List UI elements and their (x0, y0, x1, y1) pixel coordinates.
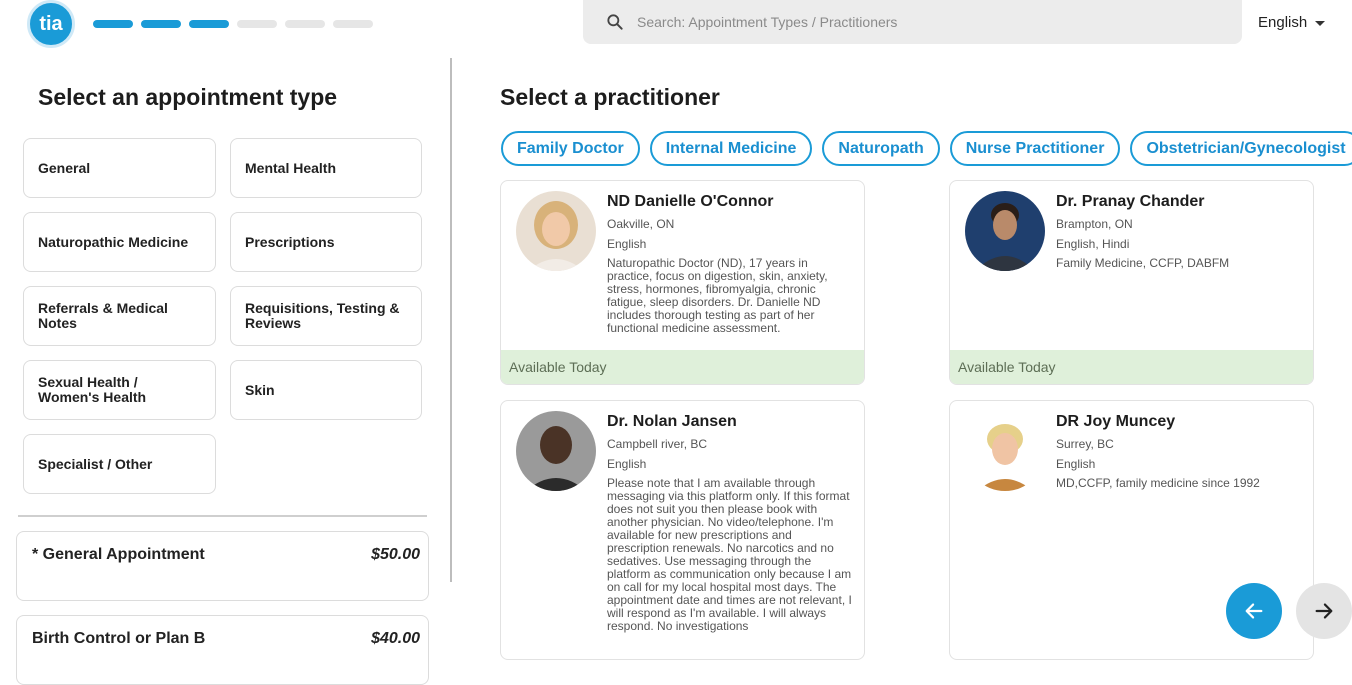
progress-step-2 (141, 20, 181, 28)
practitioner-heading: Select a practitioner (500, 84, 720, 110)
practitioner-card[interactable]: Dr. Nolan Jansen Campbell river, BC Engl… (500, 400, 865, 660)
progress-step-3 (189, 20, 229, 28)
practitioner-photo (516, 191, 596, 271)
practitioner-location: Campbell river, BC (607, 437, 708, 451)
panel-divider (450, 58, 452, 582)
chevron-down-icon (1315, 21, 1326, 26)
practitioner-location: Oakville, ON (607, 217, 675, 231)
progress-indicator (93, 20, 373, 28)
search-input[interactable] (637, 14, 1197, 30)
search-icon (607, 14, 623, 30)
practitioner-filters: Family Doctor Internal Medicine Naturopa… (501, 131, 1352, 166)
practitioner-photo (516, 411, 596, 491)
filter-naturopath[interactable]: Naturopath (822, 131, 940, 166)
practitioner-languages: English (1056, 457, 1096, 471)
type-general[interactable]: General (23, 138, 216, 198)
type-prescriptions[interactable]: Prescriptions (230, 212, 422, 272)
practitioner-location: Surrey, BC (1056, 437, 1114, 451)
practitioner-name: DR Joy Muncey (1056, 413, 1176, 430)
top-bar: tia English (0, 0, 1352, 56)
practitioner-bio: Please note that I am available through … (607, 476, 852, 633)
practitioner-name: Dr. Pranay Chander (1056, 193, 1205, 210)
progress-step-4 (237, 20, 277, 28)
arrow-left-icon (1245, 603, 1263, 619)
type-requisitions-testing[interactable]: Requisitions, Testing & Reviews (230, 286, 422, 346)
practitioner-card[interactable]: ND Danielle O'Connor Oakville, ON Englis… (500, 180, 865, 385)
previous-button[interactable] (1226, 583, 1282, 639)
type-specialist-other[interactable]: Specialist / Other (23, 434, 216, 494)
appointment-type-grid: General Mental Health Naturopathic Medic… (23, 138, 423, 494)
appointment-price: $40.00 (371, 630, 420, 647)
filter-nurse-practitioner[interactable]: Nurse Practitioner (949, 131, 1121, 166)
type-naturopathic-medicine[interactable]: Naturopathic Medicine (23, 212, 216, 272)
practitioner-bio: MD,CCFP, family medicine since 1992 (1056, 476, 1260, 490)
practitioner-name: ND Danielle O'Connor (607, 193, 774, 210)
availability-badge: Available Today (950, 350, 1313, 384)
arrow-right-icon (1315, 603, 1333, 619)
tia-logo[interactable]: tia (27, 0, 75, 48)
progress-step-5 (285, 20, 325, 28)
practitioner-card[interactable]: Dr. Pranay Chander Brampton, ON English,… (949, 180, 1314, 385)
type-sexual-womens-health[interactable]: Sexual Health / Women's Health (23, 360, 216, 420)
language-selector[interactable]: English (1258, 14, 1326, 31)
language-label: English (1258, 14, 1308, 31)
practitioner-name: Dr. Nolan Jansen (607, 413, 737, 430)
progress-step-1 (93, 20, 133, 28)
type-skin[interactable]: Skin (230, 360, 422, 420)
search-bar[interactable] (583, 0, 1242, 44)
progress-step-6 (333, 20, 373, 28)
section-divider (18, 515, 427, 517)
practitioner-bio: Naturopathic Doctor (ND), 17 years in pr… (607, 256, 828, 335)
appointment-price: $50.00 (371, 546, 420, 563)
practitioner-photo (965, 191, 1045, 271)
filter-internal-medicine[interactable]: Internal Medicine (649, 131, 813, 166)
practitioner-photo (965, 411, 1045, 491)
availability-badge: Available Today (501, 350, 864, 384)
appointment-name: Birth Control or Plan B (32, 630, 206, 647)
filter-obgyn[interactable]: Obstetrician/Gynecologist (1130, 131, 1352, 166)
type-mental-health[interactable]: Mental Health (230, 138, 422, 198)
appointment-name: * General Appointment (32, 546, 205, 563)
type-referrals-notes[interactable]: Referrals & Medical Notes (23, 286, 216, 346)
practitioner-bio: Family Medicine, CCFP, DABFM (1056, 256, 1230, 270)
practitioner-languages: English (607, 237, 647, 251)
appointment-option[interactable]: Birth Control or Plan B $40.00 (16, 615, 429, 685)
practitioner-location: Brampton, ON (1056, 217, 1133, 231)
filter-family-doctor[interactable]: Family Doctor (501, 131, 640, 166)
appointment-type-heading: Select an appointment type (38, 84, 338, 110)
practitioner-languages: English, Hindi (1056, 237, 1130, 251)
practitioner-languages: English (607, 457, 647, 471)
appointment-option[interactable]: * General Appointment $50.00 (16, 531, 429, 601)
next-button[interactable] (1296, 583, 1352, 639)
